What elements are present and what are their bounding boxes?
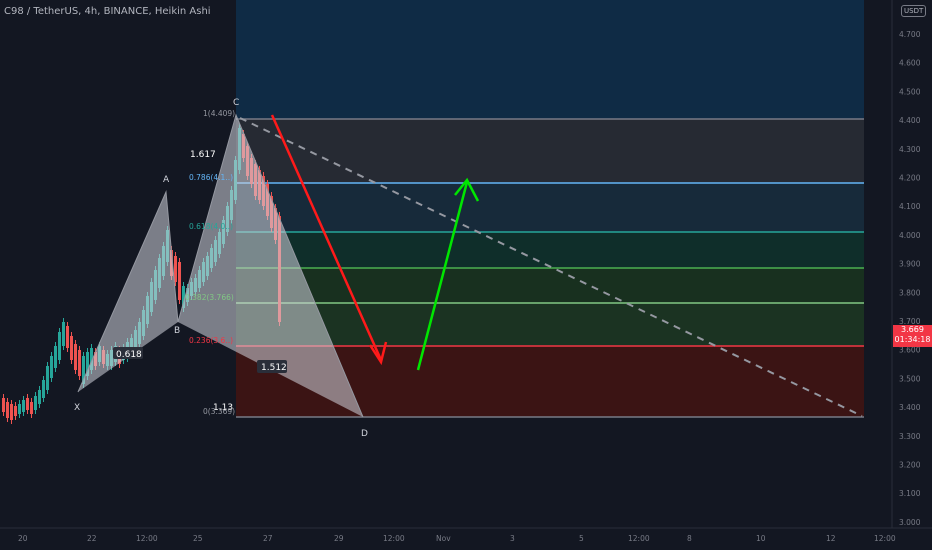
time-tick-label: 12:00 <box>874 534 896 543</box>
ratio-label-1617: 1.617 <box>190 150 216 160</box>
price-tick-label: 3.600 <box>899 346 921 355</box>
point-label-d: D <box>361 429 368 439</box>
chart-canvas[interactable]: 4.700 4.600 4.500 4.400 4.300 4.200 4.100 4.000… <box>0 0 932 550</box>
ratio-label-1512: 1.512 <box>261 363 287 373</box>
ratio-label-0618: 0.618 <box>116 350 142 360</box>
price-tick-label: 4.100 <box>899 202 921 211</box>
chart-container[interactable]: 4.700 4.600 4.500 4.400 4.300 4.200 4.100 4.000… <box>0 0 932 550</box>
time-tick-label: 12 <box>826 534 836 543</box>
current-price: 3.669 <box>901 325 924 334</box>
price-tick-label: 3.200 <box>899 461 921 470</box>
time-tick-label: 20 <box>18 534 28 543</box>
price-tick-label: 4.000 <box>899 231 921 240</box>
price-tick-label: 3.100 <box>899 489 921 498</box>
symbol-title[interactable]: C98 / TetherUS, 4h, BINANCE, Heikin Ashi <box>4 6 211 17</box>
price-tick-label: 4.500 <box>899 87 921 96</box>
time-tick-label: 12:00 <box>628 534 650 543</box>
candle-body <box>38 390 41 404</box>
candle-body <box>42 380 45 398</box>
time-tick-label: 29 <box>334 534 344 543</box>
candle-body <box>174 256 177 282</box>
candle-body <box>22 400 25 412</box>
candle-body <box>6 402 9 418</box>
price-tick-label: 4.400 <box>899 116 921 125</box>
price-tick-label: 3.300 <box>899 432 921 441</box>
current-price-tag: 3.669 01:34:18 <box>893 325 932 347</box>
point-label-c: C <box>233 98 239 108</box>
fib-band-top <box>236 0 864 119</box>
point-label-x: X <box>74 403 80 413</box>
bar-countdown: 01:34:18 <box>894 335 931 344</box>
price-tick-label: 3.500 <box>899 374 921 383</box>
time-tick-label: 8 <box>687 534 692 543</box>
fib-label-0: 0(3.369) <box>203 407 235 416</box>
time-tick-label: 27 <box>263 534 273 543</box>
price-tick-label: 3.800 <box>899 288 921 297</box>
candle-body <box>62 322 65 346</box>
candle-body <box>2 398 5 412</box>
candle-body <box>50 356 53 378</box>
candle-body <box>46 366 49 390</box>
time-tick-label: 25 <box>193 534 203 543</box>
time-tick-label: Nov <box>436 534 451 543</box>
currency-badge[interactable]: USDT <box>901 5 927 17</box>
fib-label-0786: 0.786(4.1..) <box>189 173 233 182</box>
price-tick-label: 4.700 <box>899 30 921 39</box>
fib-label-1: 1(4.409) <box>203 109 235 118</box>
point-label-b: B <box>174 326 180 336</box>
price-tick-label: 4.600 <box>899 59 921 68</box>
price-axis[interactable]: 4.700 4.600 4.500 4.400 4.300 4.200 4.100 4.000… <box>899 30 921 527</box>
candle-body <box>54 346 57 368</box>
candle-body <box>78 350 81 376</box>
time-tick-label: 5 <box>579 534 584 543</box>
time-tick-label: 10 <box>756 534 766 543</box>
fib-label-0618: 0.618(4.0..) <box>189 222 233 231</box>
time-tick-label: 3 <box>510 534 515 543</box>
price-tick-label: 4.300 <box>899 145 921 154</box>
candle-body <box>70 336 73 360</box>
candle-body <box>178 262 181 300</box>
time-tick-label: 12:00 <box>383 534 405 543</box>
fib-band-4 <box>236 268 864 303</box>
price-tick-label: 3.400 <box>899 403 921 412</box>
time-tick-label: 22 <box>87 534 97 543</box>
price-tick-label: 3.900 <box>899 260 921 269</box>
fib-band-2 <box>236 183 864 232</box>
price-tick-label: 4.200 <box>899 174 921 183</box>
fib-label-0382: 0.382(3.766) <box>185 293 234 302</box>
candle-body <box>58 332 61 360</box>
candle-body <box>30 402 33 414</box>
candle-body <box>18 404 21 414</box>
fib-band-1 <box>236 119 864 183</box>
fib-label-0236: 0.236(3.6..) <box>189 336 233 345</box>
candle-body <box>66 326 69 348</box>
candle-body <box>26 398 29 410</box>
time-tick-label: 12:00 <box>136 534 158 543</box>
point-label-a: A <box>163 175 170 185</box>
price-tick-label: 3.000 <box>899 518 921 527</box>
time-axis[interactable]: 20 22 12:00 25 27 29 12:00 Nov 3 5 12:00 8 10 12 12:00 <box>18 534 896 543</box>
candle-body <box>10 404 13 420</box>
candle-body <box>74 344 77 370</box>
fib-band-3 <box>236 232 864 268</box>
candle-body <box>14 406 17 416</box>
candle-body <box>34 396 37 410</box>
